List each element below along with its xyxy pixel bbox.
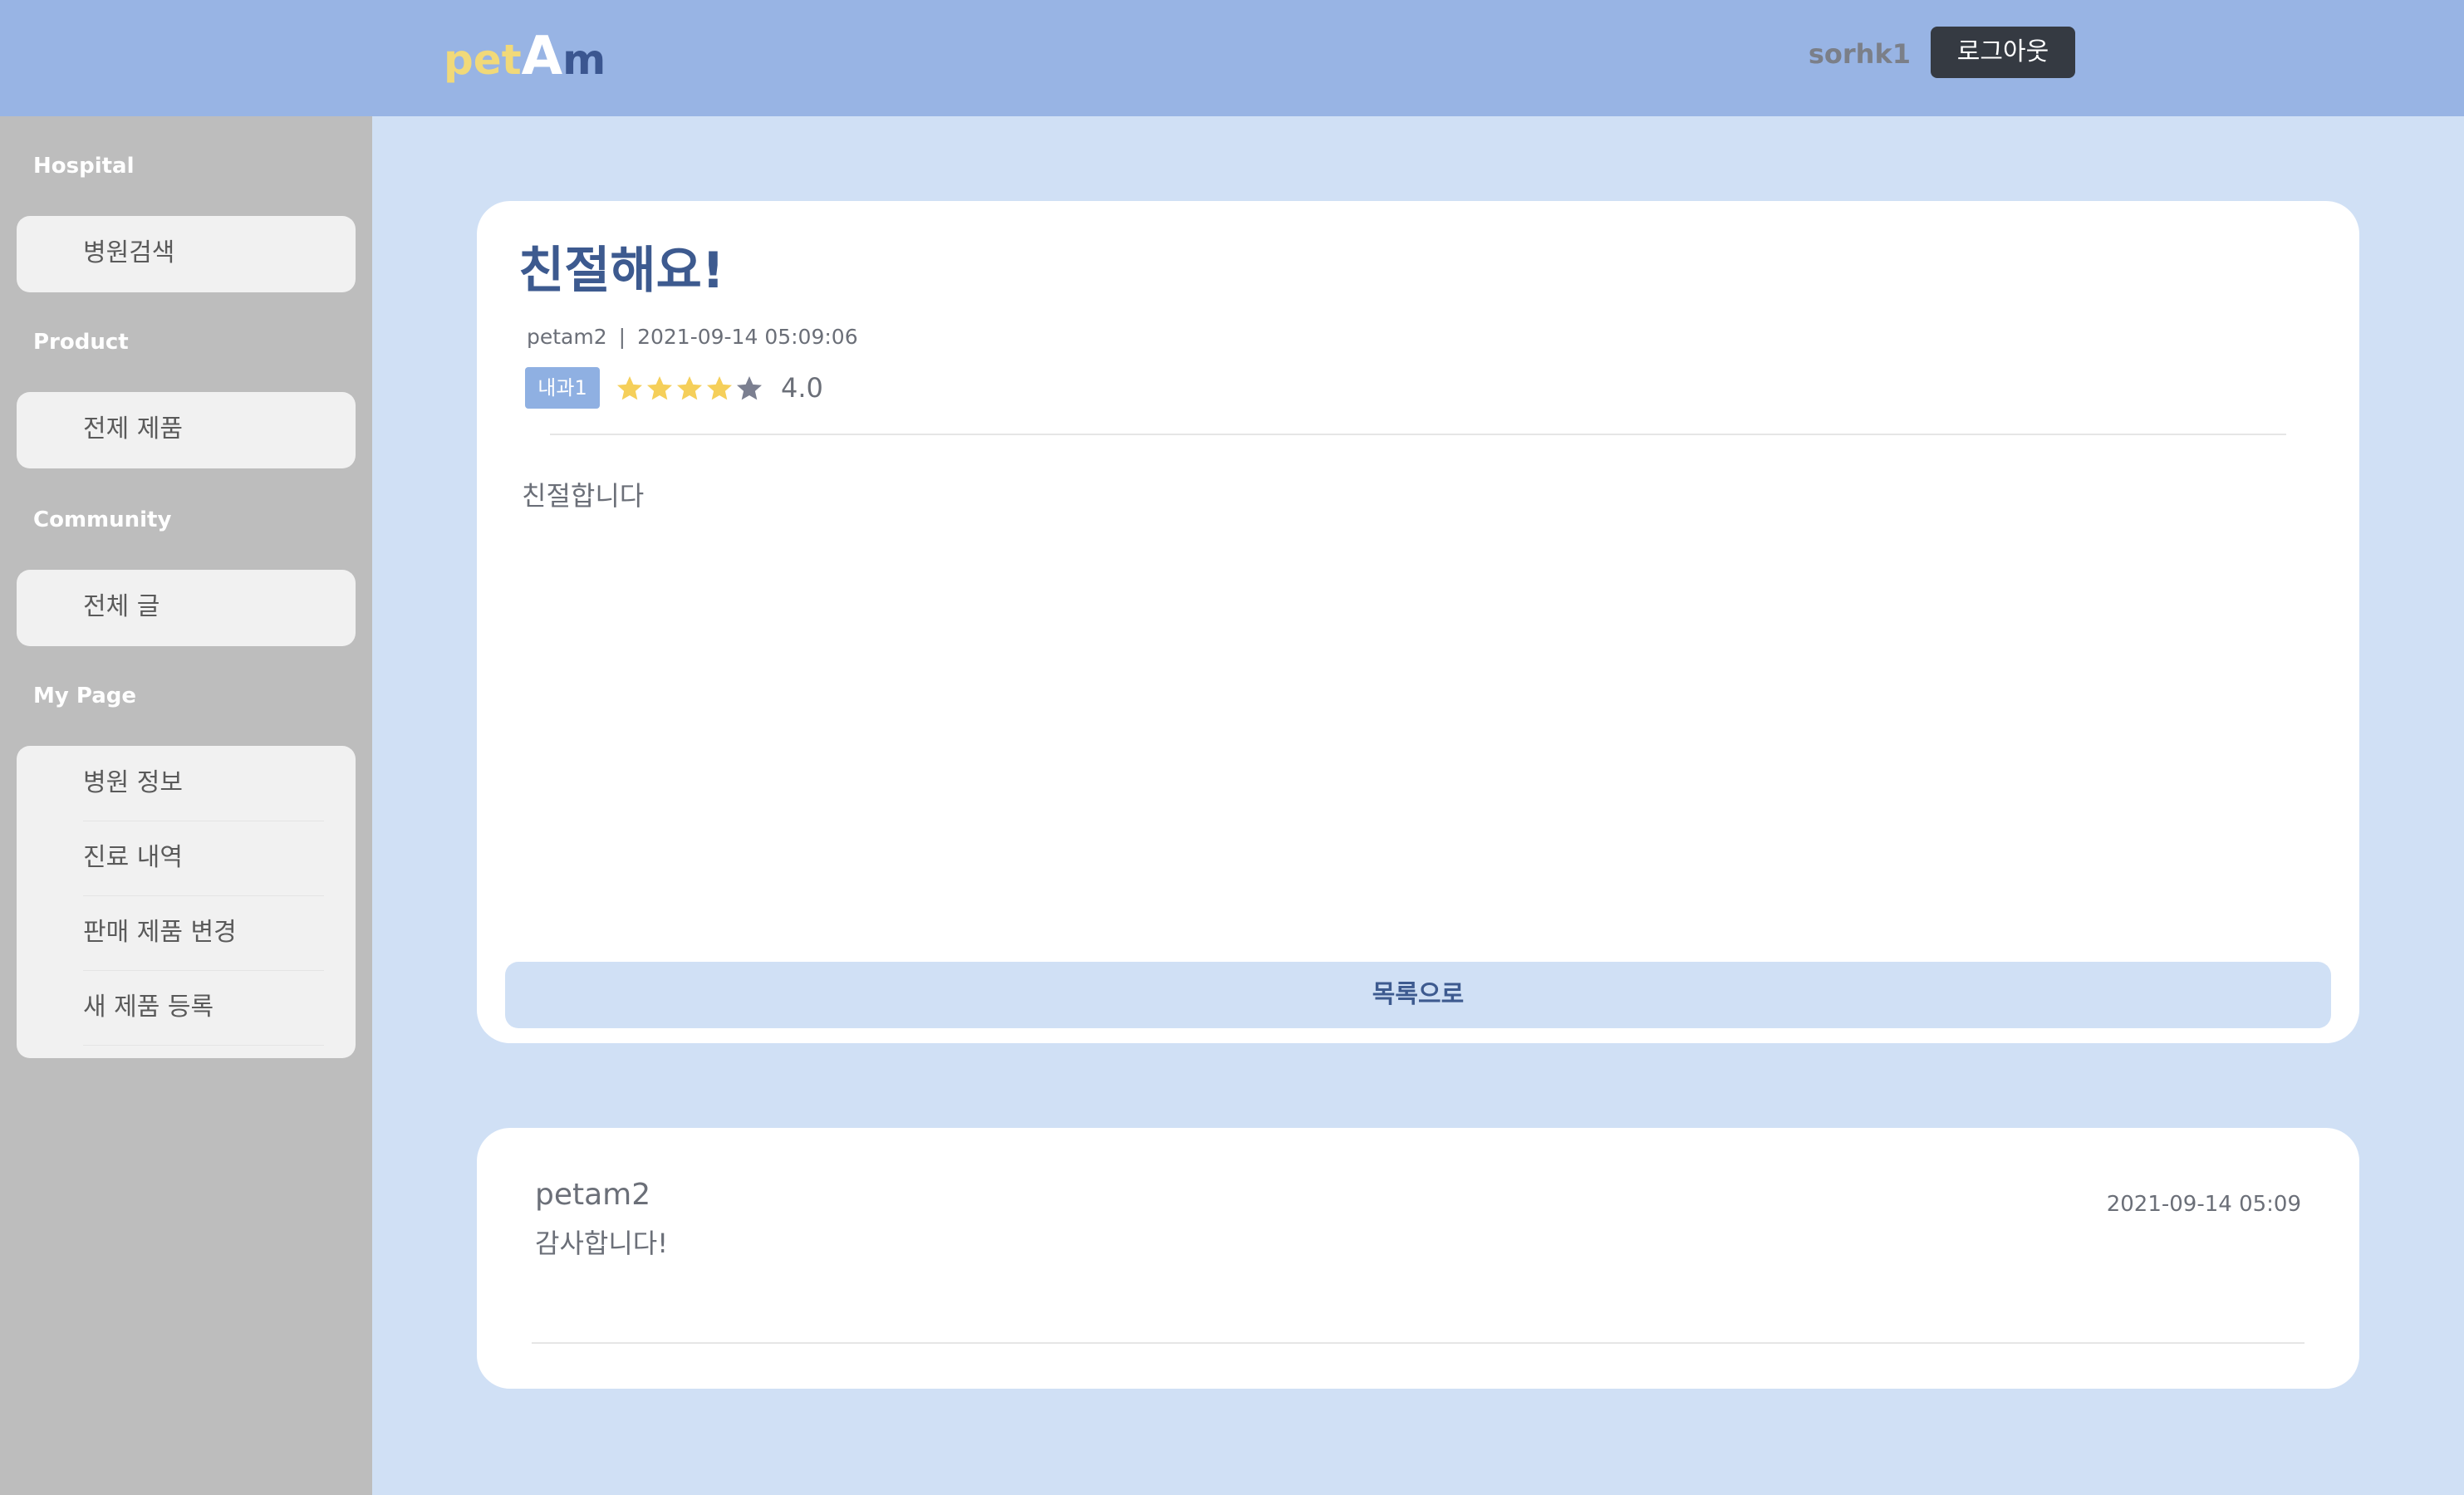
review-date: 2021-09-14 05:09:06 [637,325,858,349]
sidebar-card-community: 전체 글 [17,570,356,646]
comment-date: 2021-09-14 05:09 [2106,1192,2301,1217]
sidebar-card-product: 전제 제품 [17,392,356,468]
sidebar-item-register-product[interactable]: 새 제품 등록 [83,970,324,1046]
sidebar-item-change-products[interactable]: 판매 제품 변경 [83,895,324,971]
comment-card: petam2 2021-09-14 05:09 감사합니다! [477,1128,2359,1389]
star-filled-icon [647,376,672,400]
star-filled-icon [707,376,732,400]
top-header: petAm sorhk1 로그아웃 [0,0,2464,116]
review-title: 친절해요! [518,242,725,300]
review-card: 친절해요! petam2 | 2021-09-14 05:09:06 내과1 4.0… [477,201,2359,1043]
sidebar-item-all-posts[interactable]: 전체 글 [83,570,324,645]
review-body: 친절합니다 [522,480,645,512]
review-meta: petam2 | 2021-09-14 05:09:06 [527,322,858,352]
comment-author: petam2 [535,1178,651,1212]
meta-separator: | [618,325,626,349]
sidebar-card-hospital: 병원검색 [17,216,356,292]
sidebar-section-mypage: My Page [33,684,137,708]
star-rating [615,370,764,407]
username-label: sorhk1 [1808,38,1911,70]
sidebar-card-mypage: 병원 정보 진료 내역 판매 제품 변경 새 제품 등록 [17,746,356,1058]
sidebar-item-treatment-history[interactable]: 진료 내역 [83,821,324,896]
sidebar-section-community: Community [33,507,172,532]
petam-logo[interactable]: petAm [444,23,606,90]
comment-divider [532,1342,2304,1344]
sidebar: Hospital 병원검색 Product 전제 제품 Community 전체… [0,116,372,1495]
sidebar-section-hospital: Hospital [33,154,135,179]
star-empty-icon [737,376,762,400]
review-author: petam2 [527,325,607,349]
rating-value: 4.0 [781,372,823,404]
sidebar-section-product: Product [33,330,129,355]
sidebar-item-hospital-search[interactable]: 병원검색 [83,216,324,291]
comment-text: 감사합니다! [535,1228,669,1259]
star-filled-icon [617,376,642,400]
review-divider [550,434,2286,435]
star-filled-icon [677,376,702,400]
back-to-list-button[interactable]: 목록으로 [505,962,2331,1028]
sidebar-item-hospital-info[interactable]: 병원 정보 [83,746,324,821]
department-badge: 내과1 [525,367,600,409]
sidebar-item-all-products[interactable]: 전제 제품 [83,392,324,467]
logout-button[interactable]: 로그아웃 [1931,27,2075,78]
